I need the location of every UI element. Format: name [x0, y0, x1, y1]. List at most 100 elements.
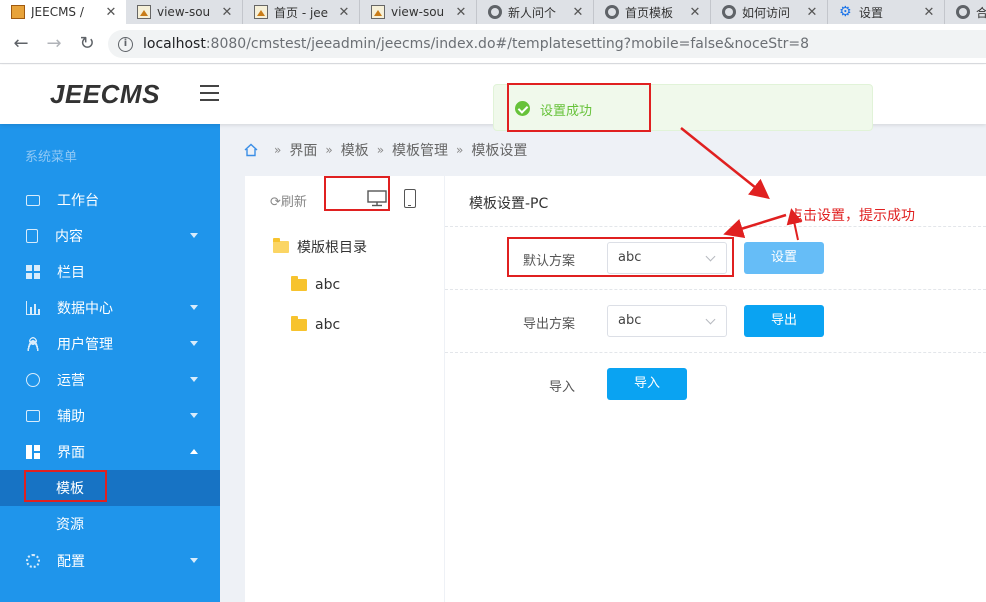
gear-favicon-icon: ⚙ [839, 4, 852, 20]
close-tab-icon[interactable]: ✕ [805, 5, 819, 20]
import-button[interactable]: 导入 [607, 368, 687, 400]
info-icon[interactable]: i [118, 36, 133, 52]
sidebar-item-label: 界面 [57, 445, 85, 461]
tab-title: view-sou [157, 5, 211, 19]
sidebar-item-data-center[interactable]: 数据中心 [0, 290, 220, 326]
annotation-box-default-scheme [507, 237, 734, 277]
image-favicon-icon [254, 5, 268, 19]
breadcrumb-separator: » [325, 143, 333, 157]
address-bar[interactable]: i localhost:8080/cmstest/jeeadmin/jeecms… [108, 30, 986, 58]
annotation-text: 点击设置，提示成功 [789, 208, 915, 224]
set-button[interactable]: 设置 [744, 242, 824, 274]
sidebar-item-label: 运营 [57, 373, 85, 389]
sidebar-item-label: 数据中心 [57, 301, 113, 317]
browser-tab[interactable]: view-sou ✕ [360, 0, 477, 24]
chevron-down-icon [190, 377, 198, 382]
chevron-up-icon [190, 449, 198, 454]
sidebar-item-label: 工作台 [57, 193, 99, 209]
tree-node[interactable]: abc [291, 276, 341, 293]
tab-title: JEECMS / [31, 5, 84, 19]
template-tree-panel: ⟳刷新 模版根目录 abc abc [245, 176, 444, 602]
breadcrumb-separator: » [456, 143, 464, 157]
sidebar-item-config[interactable]: 配置 [0, 543, 220, 579]
jeecms-favicon-icon [11, 5, 25, 19]
browser-tab[interactable]: 首页 - jee ✕ [243, 0, 360, 24]
sidebar-title: 系统菜单 [25, 150, 78, 165]
sidebar-item-columns[interactable]: 栏目 [0, 254, 220, 290]
close-tab-icon[interactable]: ✕ [104, 5, 118, 20]
folder-icon [291, 276, 307, 291]
globe-favicon-icon [722, 5, 736, 19]
refresh-button[interactable]: ⟳刷新 [270, 191, 307, 210]
annotation-box-template-menu [24, 470, 107, 502]
sidebar-item-content[interactable]: 内容 [0, 218, 220, 254]
select-value: abc [618, 313, 642, 328]
tree-root-node[interactable]: 模版根目录 [273, 237, 367, 257]
import-label: 导入 [548, 380, 575, 395]
user-icon [26, 337, 40, 351]
sidebar-item-user-management[interactable]: 用户管理 [0, 326, 220, 362]
back-arrow-icon[interactable]: ← [10, 33, 32, 55]
chevron-down-icon [190, 305, 198, 310]
breadcrumb-item[interactable]: 界面 [289, 140, 317, 160]
sidebar-item-label: 内容 [55, 229, 83, 245]
monitor-icon [26, 194, 40, 206]
sidebar-item-operations[interactable]: 运营 [0, 362, 220, 398]
sidebar-item-label: 辅助 [57, 409, 85, 425]
export-button[interactable]: 导出 [744, 305, 824, 337]
home-icon[interactable] [244, 143, 258, 157]
chevron-down-icon [705, 314, 716, 325]
sidebar-subitem-resources[interactable]: 资源 [0, 506, 220, 542]
sidebar-item-assist[interactable]: 辅助 [0, 398, 220, 434]
browser-tab[interactable]: view-sou ✕ [126, 0, 243, 24]
forward-arrow-icon[interactable]: → [43, 33, 65, 55]
browser-tab[interactable]: 新人问个 ✕ [477, 0, 594, 24]
folder-icon [291, 316, 307, 331]
browser-tab[interactable]: 首页模板 ✕ [594, 0, 711, 24]
breadcrumb-item[interactable]: 模板管理 [392, 140, 448, 160]
sidebar-item-interface[interactable]: 界面 [0, 434, 220, 470]
tree-node[interactable]: abc [291, 316, 340, 333]
mobile-phone-icon[interactable] [404, 189, 416, 208]
url-host: localhost [143, 36, 206, 52]
tree-node-label: 模版根目录 [297, 240, 367, 256]
logo: JEECMS [50, 79, 160, 109]
hamburger-menu-icon[interactable] [200, 85, 219, 101]
tab-title: 首页模板 [625, 5, 674, 20]
divider [445, 226, 986, 227]
toolbox-icon [26, 410, 40, 422]
divider [445, 289, 986, 290]
sidebar-item-workbench[interactable]: 工作台 [0, 182, 220, 218]
globe-favicon-icon [605, 5, 619, 19]
refresh-label: 刷新 [280, 195, 307, 210]
tree-node-label: abc [315, 277, 341, 293]
tab-title: 首页 - jee [274, 5, 329, 20]
bar-chart-icon [26, 301, 40, 315]
tab-title: 新人问个 [508, 5, 557, 20]
close-tab-icon[interactable]: ✕ [688, 5, 702, 20]
close-tab-icon[interactable]: ✕ [922, 5, 936, 20]
breadcrumb-item[interactable]: 模板 [341, 140, 369, 160]
tab-title: view-sou [391, 5, 445, 19]
close-tab-icon[interactable]: ✕ [454, 5, 468, 20]
browser-tab[interactable]: ⚙ 设置 ✕ [828, 0, 945, 24]
grid-icon [26, 265, 40, 279]
sidebar-item-label: 配置 [57, 554, 85, 570]
globe-favicon-icon [488, 5, 502, 19]
breadcrumb: » 界面 » 模板 » 模板管理 » 模板设置 [244, 140, 527, 160]
export-scheme-select[interactable]: abc [607, 305, 727, 337]
browser-tab[interactable]: 如何访问 ✕ [711, 0, 828, 24]
breadcrumb-item-current: 模板设置 [471, 143, 528, 159]
sidebar-item-label: 用户管理 [57, 337, 113, 353]
close-tab-icon[interactable]: ✕ [571, 5, 585, 20]
browser-tab-jeecms[interactable]: JEECMS / ✕ [0, 0, 126, 24]
panel-title: 模板设置-PC [469, 196, 549, 212]
reload-icon[interactable]: ↻ [76, 33, 98, 55]
browser-tab[interactable]: 合 [945, 0, 986, 24]
close-tab-icon[interactable]: ✕ [220, 5, 234, 20]
close-tab-icon[interactable]: ✕ [337, 5, 351, 20]
sidebar-item-label: 资源 [56, 517, 84, 533]
folder-open-icon [273, 238, 289, 253]
sidebar: 系统菜单 工作台 内容 栏目 数据中心 用户管理 运营 辅助 界面 模板 资源 … [0, 124, 220, 602]
shield-icon [26, 373, 40, 387]
